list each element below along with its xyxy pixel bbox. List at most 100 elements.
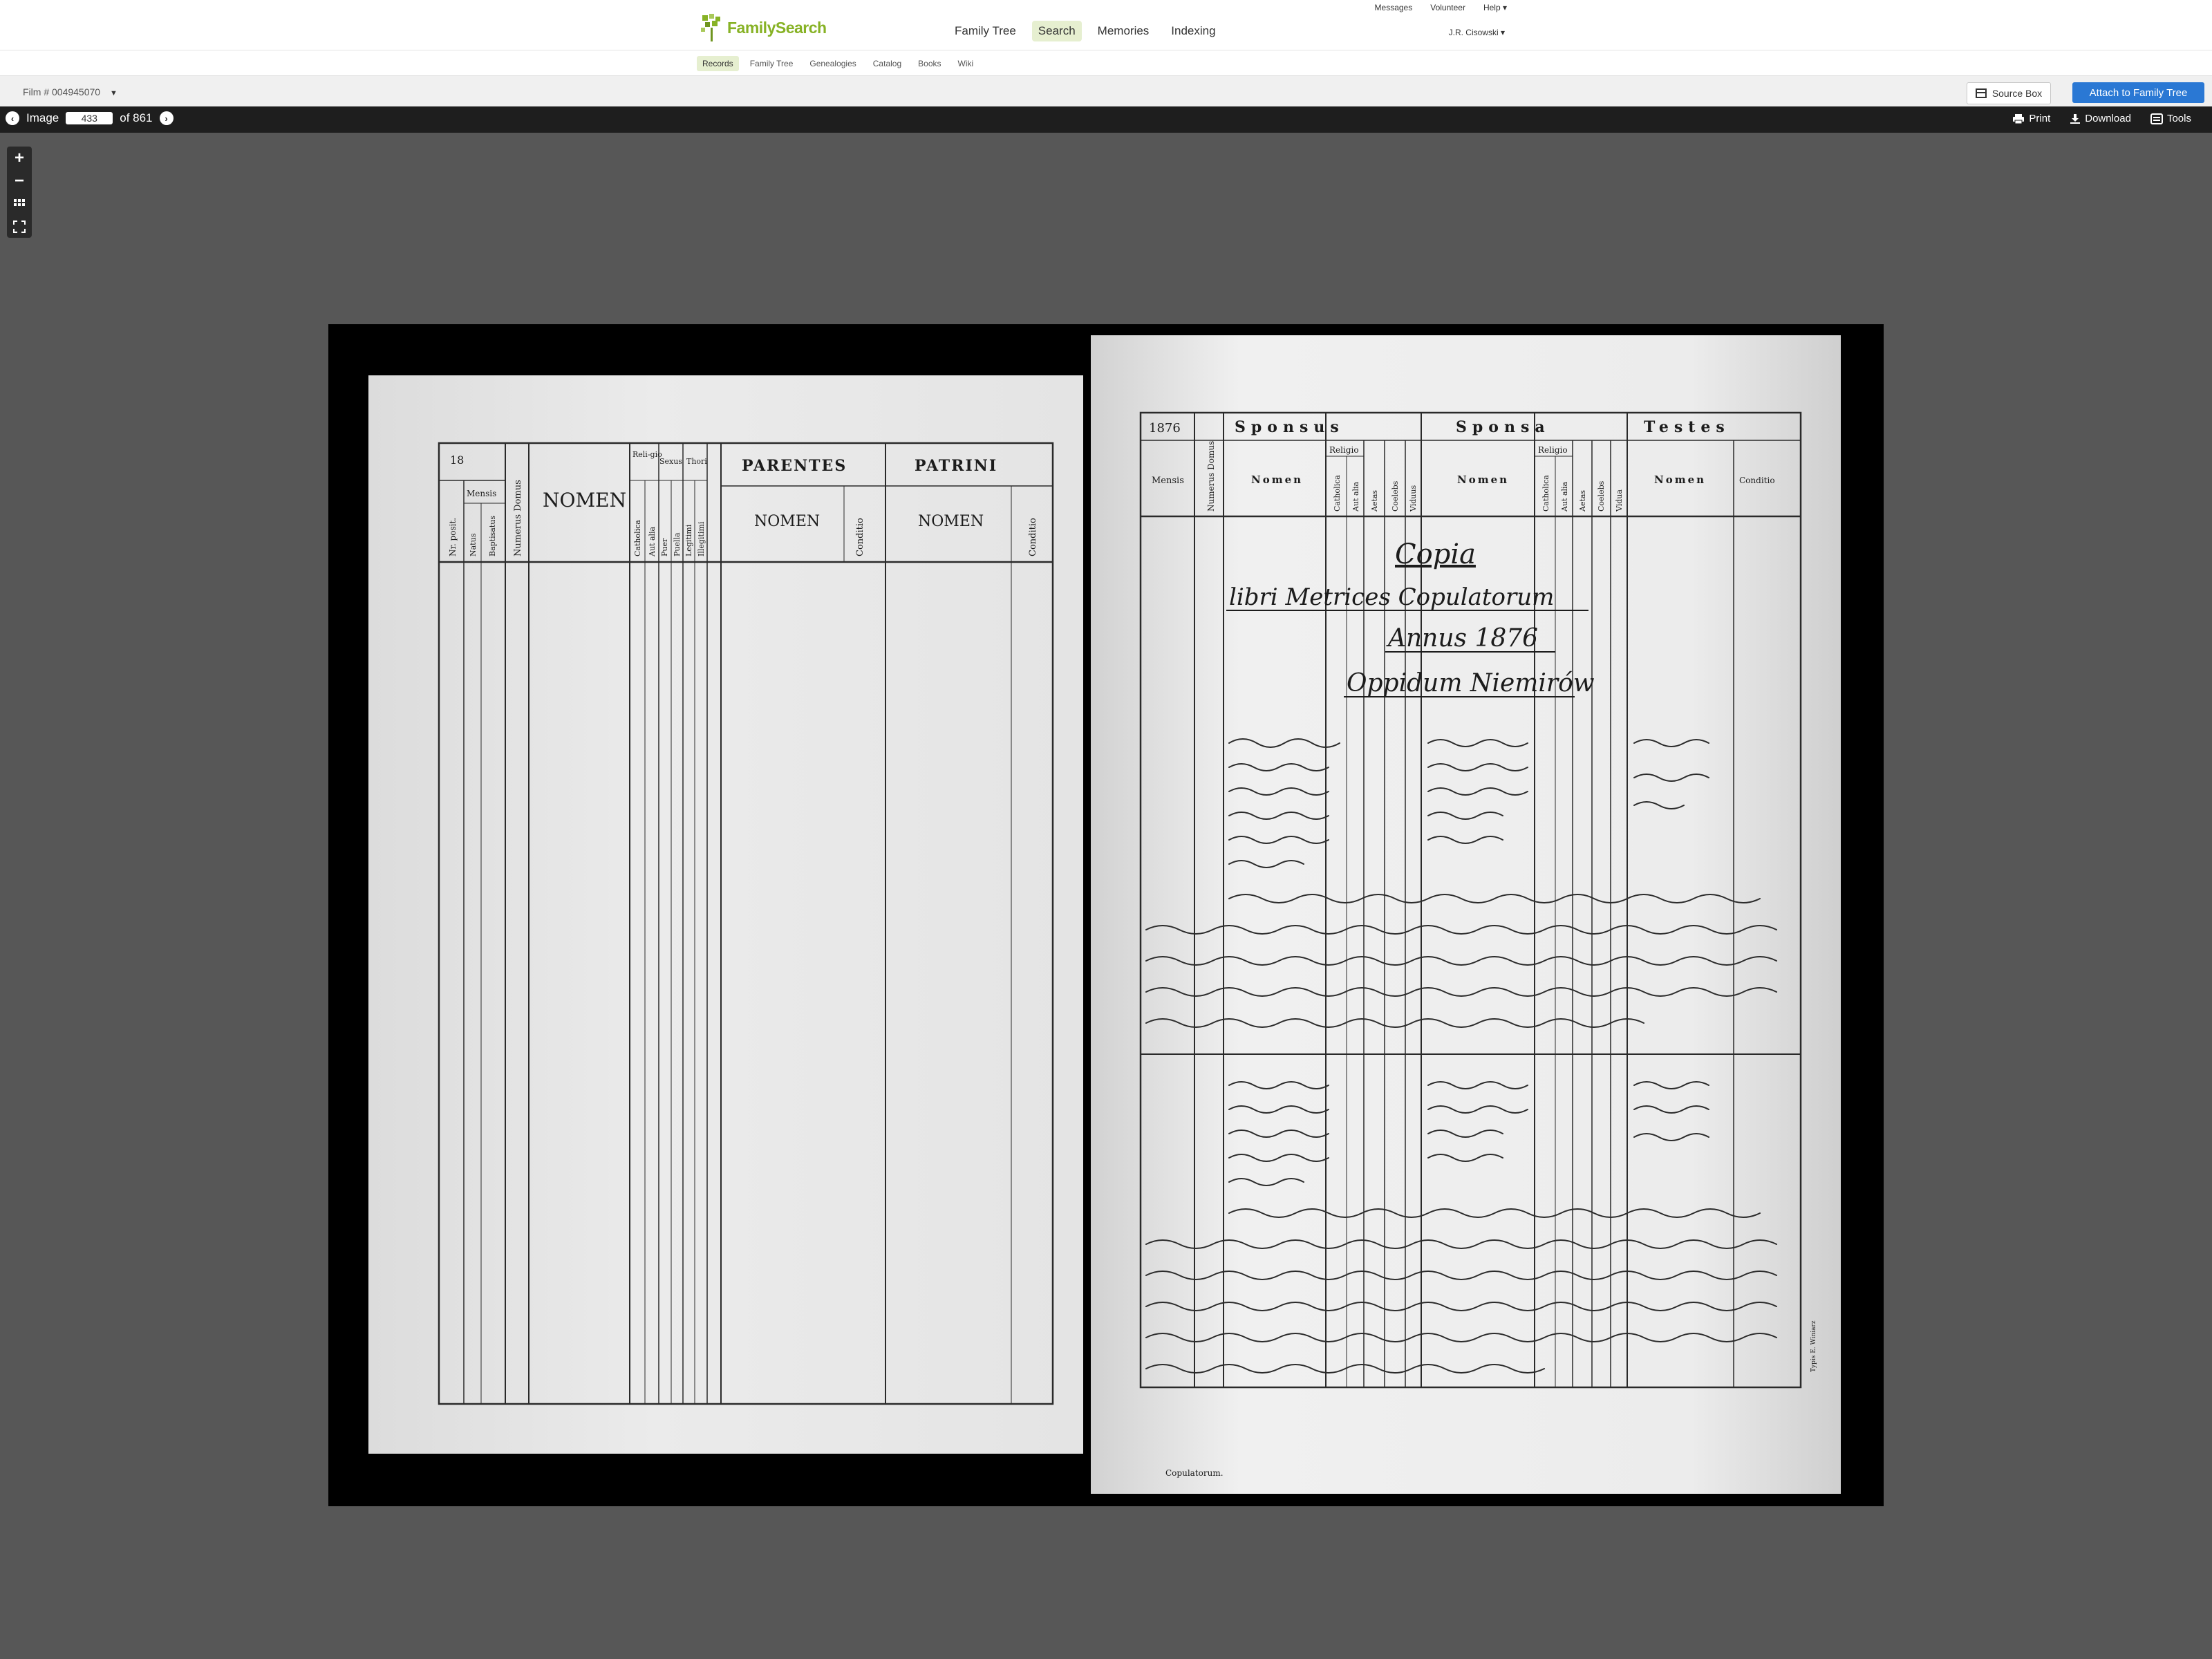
- subnav-wiki[interactable]: Wiki: [953, 56, 980, 71]
- header-religio: Reli-gio: [632, 450, 662, 459]
- title-copia: Copia: [1395, 538, 1476, 570]
- header-sponsus-nomen: Nomen: [1251, 474, 1303, 486]
- image-total: of 861: [120, 111, 153, 124]
- next-image-icon[interactable]: ›: [159, 111, 174, 125]
- right-page-ruling: 1876 Sponsus Sponsa Testes Mensis Nomen …: [1139, 411, 1817, 1478]
- sub-nav: Records Family Tree Genealogies Catalog …: [0, 50, 2212, 76]
- header-testes: Testes: [1644, 418, 1730, 436]
- header-parentes-nomen: NOMEN: [754, 513, 820, 530]
- header-religio: Religio: [1329, 445, 1359, 455]
- header-parentes: PARENTES: [742, 457, 847, 475]
- header-testes-conditio: Conditio: [1739, 476, 1775, 485]
- header-baptisatus: Baptisatus: [488, 516, 497, 556]
- download-button[interactable]: Download: [2070, 113, 2131, 124]
- header-puer: Puer: [660, 538, 669, 556]
- subnav-records[interactable]: Records: [697, 56, 739, 71]
- record-image[interactable]: 18 Mensis NOMEN PARENTES PATRINI NOMEN N…: [328, 324, 1884, 1506]
- subnav-family-tree[interactable]: Family Tree: [744, 56, 799, 71]
- chevron-down-icon: ▼: [109, 89, 118, 97]
- header-natus: Natus: [469, 533, 478, 556]
- prev-image-icon[interactable]: ‹: [6, 111, 19, 125]
- source-box-label: Source Box: [1991, 88, 2043, 99]
- subnav-genealogies[interactable]: Genealogies: [804, 56, 861, 71]
- header-puella: Puella: [673, 532, 682, 556]
- fullscreen-icon[interactable]: [10, 217, 29, 236]
- print-icon: [2013, 113, 2025, 124]
- image-label: Image: [26, 111, 59, 124]
- nav-indexing[interactable]: Indexing: [1165, 21, 1221, 41]
- right-year: 1876: [1149, 421, 1181, 435]
- header-patrini: PATRINI: [915, 457, 997, 475]
- nav-memories[interactable]: Memories: [1091, 21, 1156, 41]
- film-number: Film # 004945070: [23, 86, 101, 97]
- header-patrini-nomen: NOMEN: [918, 513, 984, 530]
- download-label: Download: [2085, 113, 2131, 124]
- header-aut-alia: Aut alia: [648, 526, 657, 557]
- header-sexus: Sexus: [659, 457, 682, 466]
- zoom-controls: + −: [7, 147, 32, 238]
- header-coelebs-2: Coelebs: [1597, 480, 1606, 512]
- tools-button[interactable]: Tools: [2150, 113, 2191, 124]
- image-tools: Print Download Tools: [2012, 113, 2191, 124]
- left-page-ruling: 18 Mensis NOMEN PARENTES PATRINI NOMEN N…: [438, 442, 1054, 1405]
- header-nomen: NOMEN: [543, 489, 626, 512]
- logo-text: FamilySearch: [727, 18, 827, 37]
- zoom-out-icon[interactable]: −: [10, 171, 29, 191]
- attach-to-family-tree-button[interactable]: Attach to Family Tree: [2072, 82, 2204, 103]
- header-aetas-2: Aetas: [1578, 490, 1587, 512]
- tools-icon: [2150, 113, 2163, 124]
- messages-link[interactable]: Messages: [1375, 3, 1413, 12]
- source-box-button[interactable]: Source Box: [1967, 82, 2051, 104]
- top-header: FamilySearch Family Tree Search Memories…: [0, 0, 2212, 50]
- header-illegitimi: Illegitimi: [697, 521, 706, 556]
- grid-view-icon[interactable]: [10, 194, 29, 214]
- header-sponsus: Sponsus: [1235, 418, 1344, 436]
- header-aut-alia-2: Aut alia: [1560, 481, 1569, 512]
- header-viduus: Viduus: [1409, 485, 1418, 512]
- header-aetas: Aetas: [1370, 490, 1379, 512]
- header-catholica: Catholica: [633, 520, 642, 556]
- nav-family-tree[interactable]: Family Tree: [948, 21, 1022, 41]
- left-year-prefix: 18: [450, 453, 464, 467]
- header-catholica-2: Catholica: [1541, 475, 1550, 512]
- subnav-books[interactable]: Books: [912, 56, 946, 71]
- film-bar: Film # 004945070 ▼ Source Box Attach to …: [0, 76, 2212, 107]
- header-vidua: Vidua: [1615, 489, 1624, 512]
- user-menu[interactable]: J.R. Cisowski ▾: [1449, 28, 1505, 37]
- help-menu[interactable]: Help ▾: [1483, 3, 1507, 12]
- header-mensis: Mensis: [1152, 476, 1184, 486]
- main-nav: Family Tree Search Memories Indexing: [948, 21, 1222, 41]
- print-button[interactable]: Print: [2012, 113, 2050, 124]
- subnav-catalog[interactable]: Catalog: [868, 56, 907, 71]
- header-conditio-2: Conditio: [1028, 518, 1038, 556]
- right-register-page: 1876 Sponsus Sponsa Testes Mensis Nomen …: [1091, 335, 1841, 1494]
- header-religio-2: Religio: [1538, 445, 1568, 455]
- header-coelebs: Coelebs: [1391, 480, 1400, 512]
- print-label: Print: [2029, 113, 2051, 124]
- tools-label: Tools: [2166, 113, 2191, 124]
- zoom-in-icon[interactable]: +: [10, 149, 29, 168]
- header-sponsa-nomen: Nomen: [1457, 474, 1509, 486]
- header-mensis: Mensis: [467, 489, 496, 498]
- utility-nav: Messages Volunteer Help ▾: [1375, 3, 1507, 12]
- title-oppidum: Oppidum Niemirów: [1347, 669, 1595, 697]
- source-box-icon: [1975, 88, 1987, 98]
- download-icon: [2070, 113, 2081, 124]
- header-catholica: Catholica: [1333, 475, 1342, 512]
- header-numerus-domus: Numerus Domus: [513, 480, 523, 556]
- nav-search[interactable]: Search: [1031, 21, 1082, 41]
- header-sponsa: Sponsa: [1456, 418, 1550, 436]
- title-libri: libri Metrices Copulatorum: [1229, 583, 1554, 611]
- tree-logo-icon: [701, 14, 720, 41]
- familysearch-logo[interactable]: FamilySearch: [700, 11, 827, 44]
- header-testes-nomen: Nomen: [1654, 474, 1706, 486]
- volunteer-link[interactable]: Volunteer: [1430, 3, 1465, 12]
- image-number-input[interactable]: [66, 112, 113, 124]
- header-conditio: Conditio: [855, 518, 865, 556]
- film-number-dropdown[interactable]: Film # 004945070 ▼: [23, 86, 118, 97]
- image-toolbar: ‹ Image of 861 › Print Download: [0, 106, 2212, 133]
- title-annus: Annus 1876: [1386, 624, 1538, 653]
- header-aut-alia: Aut alia: [1351, 481, 1360, 512]
- header-legitimi: Legitimi: [684, 524, 693, 556]
- left-register-page: 18 Mensis NOMEN PARENTES PATRINI NOMEN N…: [368, 375, 1083, 1454]
